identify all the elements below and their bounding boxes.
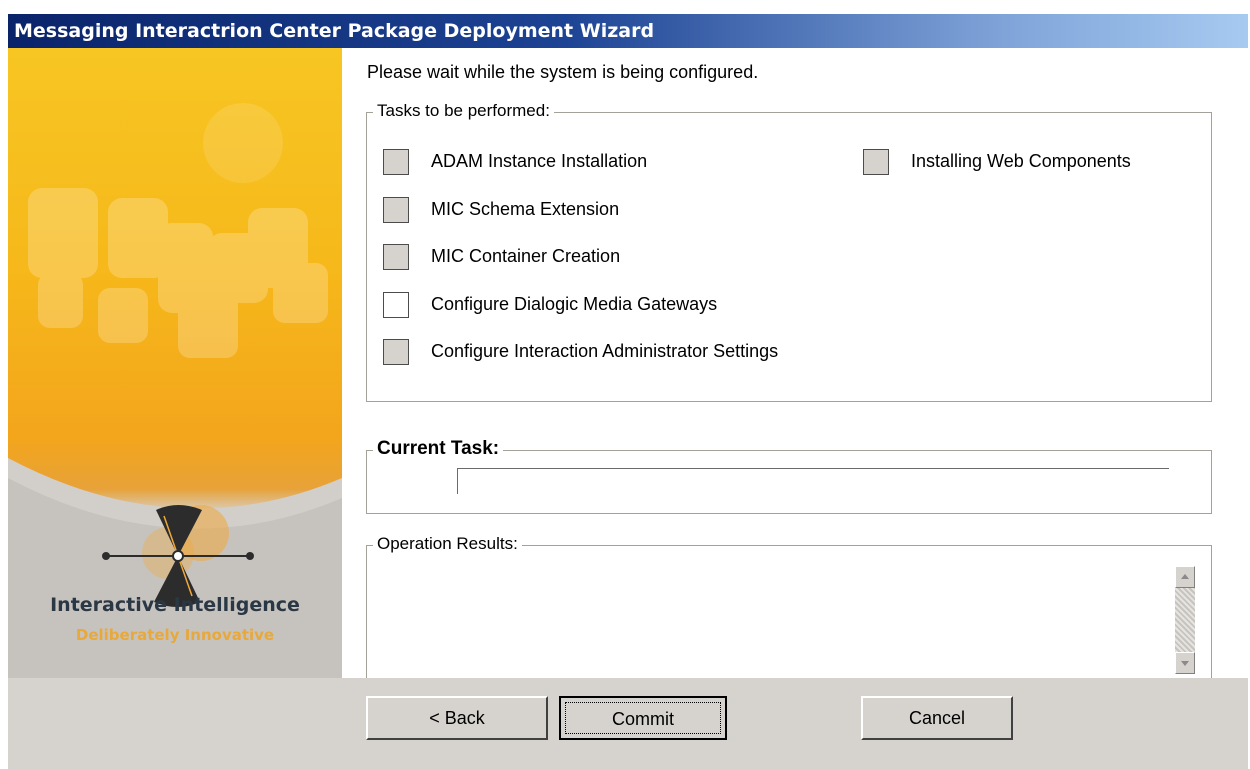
button-bar: < Back Commit Cancel: [8, 678, 1248, 769]
task-checkbox-admin-settings: [383, 339, 409, 365]
operation-results-label: Operation Results:: [373, 534, 522, 554]
banner-artwork: [8, 103, 342, 678]
scroll-down-arrow-icon: [1181, 661, 1189, 666]
operation-results-groupbox: Operation Results:: [366, 534, 1212, 691]
task-label-adam: ADAM Instance Installation: [431, 151, 648, 171]
current-task-label: Current Task:: [373, 438, 504, 460]
brand-tagline: Deliberately Innovative: [75, 626, 275, 644]
task-label-dialogic: Configure Dialogic Media Gateways: [431, 294, 718, 314]
commit-button[interactable]: Commit: [559, 696, 727, 740]
current-task-groupbox: Current Task:: [366, 438, 1212, 514]
task-checkbox-container: [383, 244, 409, 270]
results-scrollbar[interactable]: [1175, 566, 1195, 674]
task-checkbox-dialogic: [383, 292, 409, 318]
task-label-admin-settings: Configure Interaction Administrator Sett…: [431, 341, 779, 361]
task-label-web-components: Installing Web Components: [911, 151, 1131, 171]
task-label-schema: MIC Schema Extension: [431, 199, 620, 219]
cancel-button[interactable]: Cancel: [861, 696, 1013, 740]
task-checkbox-adam: [383, 149, 409, 175]
title-bar[interactable]: Messaging Interactrion Center Package De…: [8, 14, 1248, 48]
task-checkbox-web-components: [863, 149, 889, 175]
status-message: Please wait while the system is being co…: [367, 62, 759, 82]
back-button[interactable]: < Back: [366, 696, 548, 740]
task-checkbox-schema: [383, 197, 409, 223]
task-label-container: MIC Container Creation: [431, 246, 621, 266]
side-banner: Interactive Intelligence Deliberately In…: [8, 48, 342, 678]
scroll-up-arrow-icon: [1181, 574, 1189, 579]
wizard-window: Messaging Interactrion Center Package De…: [8, 14, 1248, 769]
commit-button-label: Commit: [565, 702, 721, 734]
scroll-up-button[interactable]: [1175, 566, 1195, 588]
window-title: Messaging Interactrion Center Package De…: [14, 20, 655, 42]
brand-name: Interactive Intelligence: [50, 594, 300, 616]
content-pane: Please wait while the system is being co…: [342, 48, 1248, 691]
tasks-group-label: Tasks to be performed:: [373, 101, 554, 121]
scroll-down-button[interactable]: [1175, 652, 1195, 674]
tasks-groupbox: Tasks to be performed: ADAM Instance Ins…: [366, 101, 1212, 402]
